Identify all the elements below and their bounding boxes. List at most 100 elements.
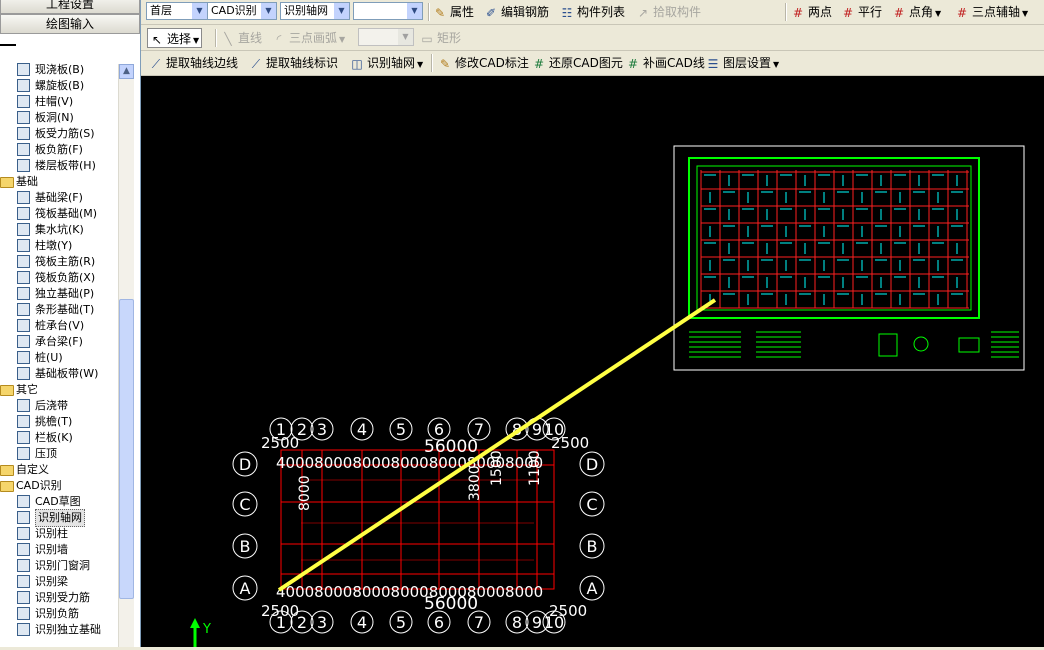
parallel-axis-icon: # xyxy=(842,5,854,20)
extract-axis-label-label: 提取轴线标识 xyxy=(266,56,339,70)
restore-icon: # xyxy=(533,56,545,71)
patch-line-icon: # xyxy=(627,56,639,71)
toolbar-row-2: ↖ 选择 ▼ ╲ 直线 ◜ 三点画弧 ▼ ▼ ▭ 矩形 xyxy=(141,26,1044,51)
raft-main-rebar-icon xyxy=(17,255,30,268)
drawing-input-button[interactable]: 绘图输入 xyxy=(0,14,140,34)
drawing-canvas[interactable]: 1122334455667788991010AABBCCDD 56000 560… xyxy=(141,76,1044,647)
parallel-button[interactable]: # 平行 xyxy=(841,2,882,22)
slab-hole-icon xyxy=(17,111,30,124)
scroll-thumb[interactable] xyxy=(119,299,134,599)
cad-sketch-icon xyxy=(17,495,30,508)
floor-strip-icon xyxy=(17,159,30,172)
raft-foundation-icon xyxy=(17,207,30,220)
thumb-detail xyxy=(913,336,929,352)
folder-icon xyxy=(0,465,14,476)
component-list-button[interactable]: ☷ 构件列表 xyxy=(560,2,625,22)
tree-item-label: 柱墩(Y) xyxy=(35,239,73,252)
patch-cad-line-button[interactable]: # 补画CAD线 xyxy=(626,53,705,73)
identify-axis-icon: ◫ xyxy=(351,56,363,71)
tree-item-label: 板负筋(F) xyxy=(35,143,83,156)
restore-cad-button[interactable]: # 还原CAD图元 xyxy=(532,53,623,73)
post-cast-strip-icon xyxy=(17,399,30,412)
submode-select-value: 识别轴网 xyxy=(284,4,328,17)
dim-1100: 1100 xyxy=(527,450,543,486)
empty-select[interactable]: ▼ xyxy=(353,2,423,20)
cad-drawing[interactable]: 1122334455667788991010AABBCCDD 56000 560… xyxy=(141,76,1044,647)
tree-item-label: 筏板主筋(R) xyxy=(35,255,96,268)
rect-icon: ▭ xyxy=(421,31,433,46)
chevron-down-icon: ▼ xyxy=(334,3,349,19)
two-point-label: 两点 xyxy=(808,5,833,19)
rect-button[interactable]: ▭ 矩形 xyxy=(420,28,461,48)
layer-settings-button[interactable]: ☰ 图层设置 ▼ xyxy=(706,53,780,73)
tree-item-label: 识别柱 xyxy=(35,527,68,540)
slab-negative-rebar-icon xyxy=(17,143,30,156)
strip-foundation-icon xyxy=(17,303,30,316)
arc-label: 三点画弧 xyxy=(289,31,338,45)
edit-rebar-label: 编辑钢筋 xyxy=(501,5,550,19)
dim-3800: 3800 xyxy=(467,465,483,501)
component-list-label: 构件列表 xyxy=(577,5,626,19)
tree-item-label: 识别轴网 xyxy=(35,509,85,527)
axis-number: 4 xyxy=(357,420,367,439)
select-button[interactable]: ↖ 选择 ▼ xyxy=(147,28,203,48)
extract-axis-label-button[interactable]: ⟋ 提取轴线标识 xyxy=(249,53,338,73)
thumb-detail xyxy=(878,333,898,357)
point-angle-button[interactable]: # 点角 ▼ xyxy=(892,2,941,22)
three-point-axis-button[interactable]: # 三点辅轴 ▼ xyxy=(955,2,1028,22)
eave-icon xyxy=(17,415,30,428)
tree-item-label: 桩承台(V) xyxy=(35,319,85,332)
folder-icon xyxy=(0,177,14,188)
side-dim-top: 2500 xyxy=(261,434,299,452)
identify-axis-button[interactable]: ◫ 识别轴网 ▼ xyxy=(350,53,423,73)
submode-select[interactable]: 识别轴网 ▼ xyxy=(280,2,350,20)
tree-item-label: 栏板(K) xyxy=(35,431,73,444)
identify-wall-icon xyxy=(17,543,30,556)
arc-button[interactable]: ◜ 三点画弧 ▼ xyxy=(272,28,346,48)
cast-slab-icon xyxy=(17,63,30,76)
identify-axis-icon xyxy=(17,511,30,524)
modify-cad-label-button[interactable]: ✎ 修改CAD标注 xyxy=(438,53,529,73)
extract-axis-edge-button[interactable]: ⟋ 提取轴线边线 xyxy=(149,53,238,73)
identify-axis-label: 识别轴网 xyxy=(367,56,416,70)
tree-item-label: 基础板带(W) xyxy=(35,367,99,380)
axis-number: 7 xyxy=(474,613,484,632)
point-angle-label: 点角 xyxy=(909,5,934,19)
mode-select[interactable]: CAD识别 ▼ xyxy=(207,2,277,20)
properties-button[interactable]: ✎ 属性 xyxy=(433,2,474,22)
coping-icon xyxy=(17,447,30,460)
rect-label: 矩形 xyxy=(437,31,462,45)
tree-item-label: 后浇带 xyxy=(35,399,68,412)
project-settings-button[interactable]: 工程设置 xyxy=(0,0,140,14)
tree-item-label: 板洞(N) xyxy=(35,111,74,124)
chevron-down-icon: ▼ xyxy=(407,3,422,19)
two-point-button[interactable]: # 两点 xyxy=(791,2,832,22)
line-button[interactable]: ╲ 直线 xyxy=(221,28,262,48)
pick-component-button[interactable]: ↗ 拾取构件 xyxy=(636,2,701,22)
cursor-icon: ↖ xyxy=(151,32,163,47)
mode-select-value: CAD识别 xyxy=(211,4,257,17)
column-cap-icon xyxy=(17,95,30,108)
tree-scrollbar[interactable]: ▲ xyxy=(118,64,134,647)
scroll-up-icon[interactable]: ▲ xyxy=(119,64,134,79)
folder-icon xyxy=(0,481,14,492)
side-dim-bottom: 2500 xyxy=(261,602,299,620)
draw-option-select[interactable]: ▼ xyxy=(358,28,414,46)
cad-thumbnail[interactable] xyxy=(673,145,1025,371)
floor-select-value: 首层 xyxy=(150,4,172,17)
edit-rebar-button[interactable]: ✐ 编辑钢筋 xyxy=(484,2,549,22)
collapse-icon[interactable] xyxy=(0,44,16,52)
slab-rebar-icon xyxy=(17,127,30,140)
tree-item-label: 识别门窗洞 xyxy=(35,559,90,572)
axis-grid-drawing[interactable]: 1122334455667788991010AABBCCDD 56000 560… xyxy=(232,417,605,634)
foundation-strip-icon xyxy=(17,367,30,380)
two-point-axis-icon: # xyxy=(792,5,804,20)
modify-label-icon: ✎ xyxy=(439,56,451,71)
axis-letter: D xyxy=(586,455,598,474)
column-pier-icon xyxy=(17,239,30,252)
layer-settings-label: 图层设置 xyxy=(723,56,772,70)
floor-select[interactable]: 首层 ▼ xyxy=(146,2,208,20)
modify-cad-label-label: 修改CAD标注 xyxy=(455,56,529,70)
tree-item-label: 压顶 xyxy=(35,447,57,460)
identify-rebar-icon xyxy=(17,591,30,604)
